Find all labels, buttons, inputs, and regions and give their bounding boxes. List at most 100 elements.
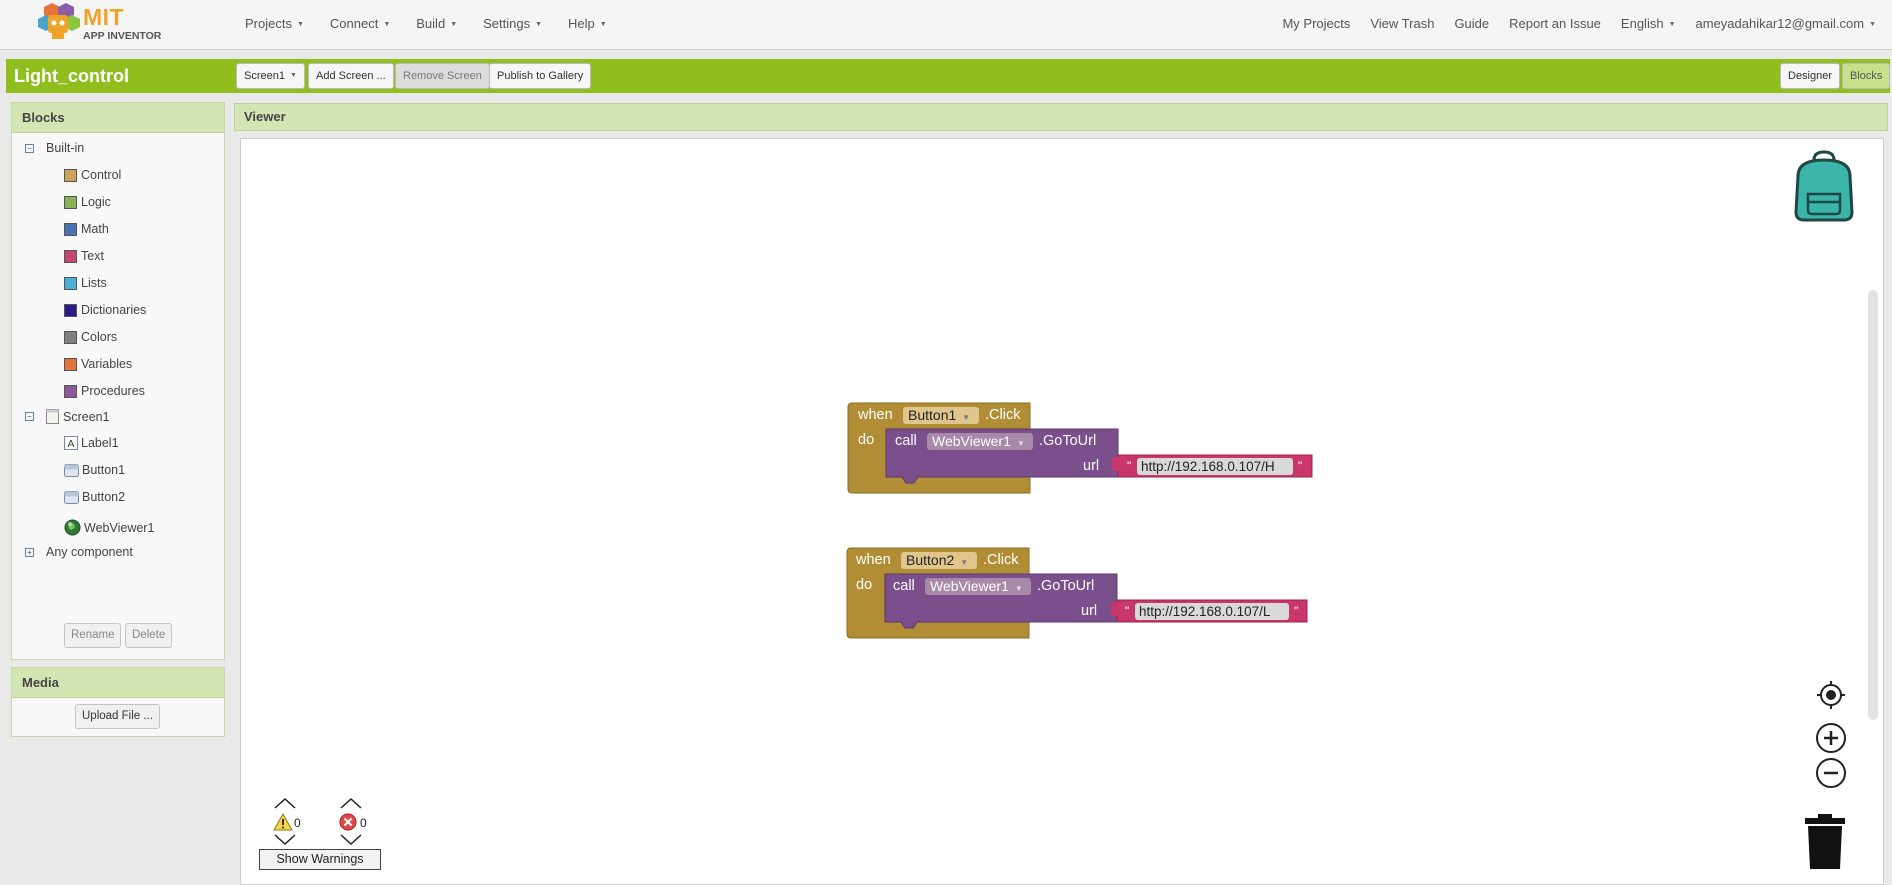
prev-warning-icon[interactable] bbox=[273, 797, 297, 809]
do-keyword: do bbox=[856, 577, 873, 593]
link-my-projects[interactable]: My Projects bbox=[1282, 16, 1350, 31]
dropdown-arrow-icon: ▼ bbox=[960, 558, 969, 567]
control-color-icon bbox=[64, 168, 77, 182]
tree-label: WebViewer1 bbox=[84, 520, 155, 535]
tree-label: Label1 bbox=[81, 436, 119, 450]
menu-build[interactable]: Build ▼ bbox=[416, 16, 457, 31]
logo-icon bbox=[38, 3, 80, 39]
link-report-issue[interactable]: Report an Issue bbox=[1509, 16, 1601, 31]
prev-error-icon[interactable] bbox=[339, 797, 363, 809]
menu-settings[interactable]: Settings ▼ bbox=[483, 16, 542, 31]
collapse-icon[interactable]: − bbox=[25, 143, 34, 153]
tree-item-control[interactable]: Control bbox=[64, 168, 121, 182]
caret-down-icon: ▼ bbox=[450, 21, 458, 28]
component-dropdown[interactable]: Button1 ▼ bbox=[903, 407, 979, 424]
screen-icon bbox=[46, 409, 59, 424]
menu-help[interactable]: Help ▼ bbox=[568, 16, 607, 31]
target-dropdown[interactable]: WebViewer1 ▼ bbox=[927, 433, 1033, 450]
app-inventor-logo[interactable]: MIT APP INVENTOR bbox=[36, 3, 166, 45]
media-panel: Media Upload File ... bbox=[11, 667, 225, 737]
viewer-title: Viewer bbox=[234, 103, 1888, 131]
rename-button[interactable]: Rename bbox=[64, 623, 122, 648]
expand-icon[interactable]: + bbox=[25, 547, 34, 557]
upload-file-button[interactable]: Upload File ... bbox=[75, 704, 160, 729]
logic-color-icon bbox=[64, 195, 77, 209]
param-label: url bbox=[1083, 458, 1100, 474]
media-panel-title: Media bbox=[12, 668, 224, 698]
tree-item-colors[interactable]: Colors bbox=[64, 330, 117, 344]
tree-item-logic[interactable]: Logic bbox=[64, 195, 111, 209]
recenter-icon[interactable] bbox=[1816, 680, 1846, 710]
dropdown-arrow-icon: ▼ bbox=[962, 413, 971, 422]
url-text-field[interactable]: http://192.168.0.107/L bbox=[1135, 603, 1289, 620]
tree-builtin[interactable]: − Built-in bbox=[25, 141, 84, 155]
next-warning-icon[interactable] bbox=[273, 834, 297, 846]
when-keyword: when bbox=[858, 407, 893, 423]
tree-item-procedures[interactable]: Procedures bbox=[64, 384, 145, 398]
menu-label: Projects bbox=[245, 16, 292, 31]
backpack-icon[interactable] bbox=[1790, 150, 1860, 222]
caret-down-icon: ▼ bbox=[1869, 21, 1876, 28]
add-screen-button[interactable]: Add Screen ... bbox=[308, 63, 394, 89]
menu-projects[interactable]: Projects ▼ bbox=[245, 16, 304, 31]
language-menu[interactable]: English ▼ bbox=[1621, 16, 1676, 31]
trash-icon[interactable] bbox=[1804, 813, 1846, 871]
variables-color-icon bbox=[64, 357, 77, 371]
blocks-panel: Blocks − Built-in Control Logic Math Tex… bbox=[11, 102, 225, 660]
tree-any-component[interactable]: + Any component bbox=[25, 545, 133, 559]
link-guide[interactable]: Guide bbox=[1454, 16, 1489, 31]
tree-label: Any component bbox=[46, 545, 133, 559]
zoom-in-icon[interactable] bbox=[1815, 722, 1847, 754]
collapse-icon[interactable]: − bbox=[25, 412, 34, 421]
publish-gallery-button[interactable]: Publish to Gallery bbox=[489, 63, 592, 89]
tree-label: Lists bbox=[81, 276, 107, 290]
menu-label: Help bbox=[568, 16, 595, 31]
workspace-scrollbar[interactable] bbox=[1868, 290, 1878, 720]
designer-button[interactable]: Designer bbox=[1780, 63, 1841, 89]
tree-label: Dictionaries bbox=[81, 303, 147, 317]
dropdown-value: Button1 bbox=[908, 407, 957, 423]
delete-button[interactable]: Delete bbox=[125, 623, 173, 648]
tree-item-text[interactable]: Text bbox=[64, 249, 104, 263]
tree-label: Button1 bbox=[82, 463, 126, 477]
url-text-field[interactable]: http://192.168.0.107/H bbox=[1137, 458, 1293, 475]
tree-item-button1[interactable]: Button1 bbox=[64, 463, 125, 477]
remove-screen-button[interactable]: Remove Screen bbox=[395, 63, 490, 89]
tree-item-lists[interactable]: Lists bbox=[64, 276, 107, 290]
account-menu: My Projects View Trash Guide Report an I… bbox=[1282, 16, 1876, 31]
tree-item-button2[interactable]: Button2 bbox=[64, 490, 125, 504]
tree-item-webviewer1[interactable]: WebViewer1 bbox=[64, 519, 154, 536]
link-view-trash[interactable]: View Trash bbox=[1370, 16, 1434, 31]
tree-item-label1[interactable]: A Label1 bbox=[64, 436, 119, 450]
dropdown-value: WebViewer1 bbox=[930, 578, 1009, 594]
globe-icon bbox=[64, 519, 81, 536]
menu-connect[interactable]: Connect ▼ bbox=[330, 16, 390, 31]
menu-label: Build bbox=[416, 16, 446, 31]
tree-label: Control bbox=[81, 168, 122, 182]
button-icon bbox=[64, 490, 79, 504]
screen-select-button[interactable]: Screen1 ▼ bbox=[236, 63, 305, 89]
top-navbar: MIT APP INVENTOR Projects ▼ Connect ▼ Buil… bbox=[0, 0, 1892, 50]
zoom-out-icon[interactable] bbox=[1815, 757, 1847, 789]
tree-item-math[interactable]: Math bbox=[64, 222, 109, 236]
show-warnings-button[interactable]: Show Warnings bbox=[259, 849, 381, 870]
tree-label: Button2 bbox=[82, 490, 126, 504]
target-dropdown[interactable]: WebViewer1 ▼ bbox=[925, 578, 1031, 595]
next-error-icon[interactable] bbox=[339, 834, 363, 846]
procedures-color-icon bbox=[64, 384, 77, 398]
blocks-button[interactable]: Blocks bbox=[1842, 63, 1891, 89]
user-account-menu[interactable]: ameyadahikar12@gmail.com ▼ bbox=[1696, 16, 1877, 31]
quote-close: " bbox=[1294, 604, 1299, 618]
tree-item-variables[interactable]: Variables bbox=[64, 357, 132, 371]
tree-item-dictionaries[interactable]: Dictionaries bbox=[64, 303, 146, 317]
blocks-workspace[interactable] bbox=[240, 138, 1884, 885]
button-icon bbox=[64, 463, 79, 477]
do-keyword: do bbox=[858, 432, 875, 448]
when-keyword: when bbox=[856, 552, 891, 568]
event-name: .Click bbox=[983, 552, 1019, 568]
dropdown-arrow-icon: ▼ bbox=[1016, 439, 1025, 448]
tree-screen1[interactable]: − Screen1 bbox=[25, 409, 110, 424]
tree-label: Procedures bbox=[81, 384, 145, 398]
component-dropdown[interactable]: Button2 ▼ bbox=[901, 552, 977, 569]
tree-label: Logic bbox=[81, 195, 111, 209]
